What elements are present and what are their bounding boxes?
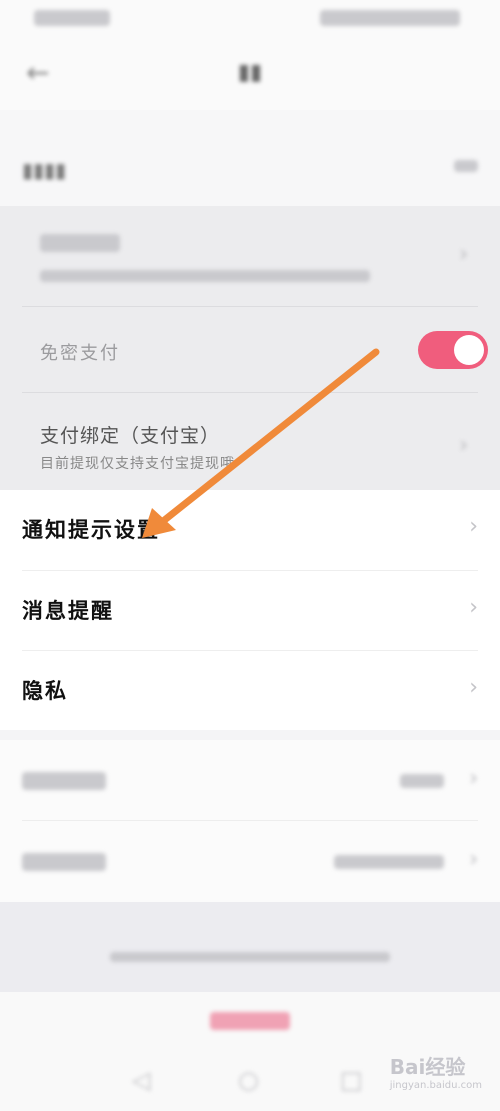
nav-back-icon[interactable]: ◁ — [132, 1066, 150, 1094]
section-label: ▮▮▮▮ — [22, 158, 67, 182]
chevron-right-icon: › — [469, 766, 478, 791]
message-reminder-item[interactable]: 消息提醒 › — [22, 570, 478, 651]
logout-label — [210, 1012, 290, 1030]
notify-settings-label: 通知提示设置 — [22, 517, 160, 542]
cache-row[interactable]: › — [22, 740, 478, 820]
page-title: ▮▮ — [237, 60, 263, 85]
nav-home-icon[interactable]: ○ — [238, 1066, 259, 1094]
footer-text — [110, 952, 390, 962]
settings-list: 通知提示设置 › 消息提醒 › 隐私 › — [0, 490, 500, 730]
payment-binding-row[interactable]: 支付绑定（支付宝） 目前提现仅支持支付宝提现哦 › — [22, 392, 478, 491]
status-left-icons — [34, 10, 110, 26]
chevron-right-icon: › — [469, 514, 478, 539]
row-label — [22, 772, 106, 790]
section-tail — [454, 160, 478, 172]
privacy-item[interactable]: 隐私 › — [22, 650, 478, 731]
section-header: ▮▮▮▮ — [0, 110, 500, 206]
chevron-right-icon: › — [469, 675, 478, 700]
notify-settings-item[interactable]: 通知提示设置 › — [22, 490, 478, 570]
password-free-row: 免密支付 — [22, 306, 488, 393]
payment-password-row[interactable]: › — [22, 206, 478, 306]
header: ← ▮▮ — [0, 40, 500, 110]
watermark-logo: Bai经验 — [389, 1055, 466, 1079]
watermark: Bai经验 jingyan.baidu.com — [390, 1051, 482, 1091]
logout-button[interactable] — [0, 1012, 500, 1034]
row-title — [40, 234, 120, 252]
message-reminder-label: 消息提醒 — [22, 598, 114, 623]
chevron-right-icon: › — [469, 847, 478, 872]
version-row[interactable]: › — [22, 820, 478, 901]
binding-desc: 目前提现仅支持支付宝提现哦 — [40, 456, 235, 472]
privacy-label: 隐私 — [22, 678, 68, 703]
password-free-label: 免密支付 — [40, 343, 120, 364]
chevron-right-icon: › — [459, 242, 468, 267]
watermark-url: jingyan.baidu.com — [389, 1080, 482, 1091]
toggle-knob — [454, 335, 484, 365]
status-bar — [0, 0, 500, 40]
row-label — [22, 853, 106, 871]
password-free-toggle[interactable] — [418, 331, 488, 369]
row-desc — [40, 270, 370, 282]
other-settings: › › — [0, 740, 500, 902]
status-right-icons — [320, 10, 460, 26]
payment-settings-block: › 免密支付 支付绑定（支付宝） 目前提现仅支持支付宝提现哦 › — [0, 206, 500, 490]
row-value — [334, 855, 444, 869]
nav-recent-icon[interactable]: □ — [340, 1066, 363, 1094]
chevron-right-icon: › — [469, 595, 478, 620]
binding-title: 支付绑定（支付宝） — [40, 425, 221, 447]
chevron-right-icon: › — [459, 433, 468, 458]
footer-note — [0, 902, 500, 992]
row-value — [400, 774, 444, 788]
